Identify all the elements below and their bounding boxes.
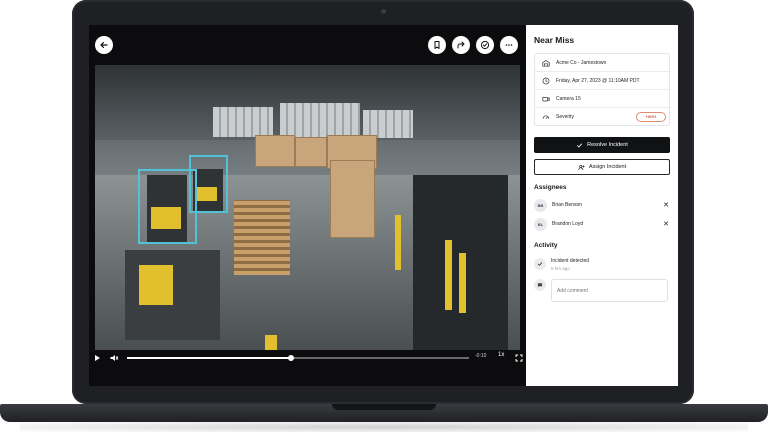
detail-text: Severity bbox=[556, 114, 575, 120]
safety-post bbox=[459, 253, 466, 313]
remove-assignee-icon[interactable]: ✕ bbox=[662, 220, 670, 228]
detail-location: Acme Co - Jamestown bbox=[535, 54, 671, 72]
severity-badge: HIGH bbox=[636, 112, 666, 122]
assignee-row: BB Brian Benson ✕ bbox=[534, 198, 670, 212]
detail-text: Acme Co - Jamestown bbox=[556, 59, 607, 66]
activity-text: Incident detected 5 hrs ago bbox=[551, 258, 589, 274]
progress-knob[interactable] bbox=[288, 355, 295, 361]
gauge-icon bbox=[541, 112, 551, 122]
video-frame[interactable] bbox=[95, 65, 520, 350]
clock-icon bbox=[541, 76, 551, 86]
detail-text: Friday, Apr 27, 2023 @ 11:10AM PDT bbox=[556, 77, 640, 84]
assign-incident-label: Assign Incident bbox=[588, 164, 627, 170]
safety-post bbox=[445, 240, 452, 310]
progress-fill bbox=[127, 357, 292, 359]
warehouse-rack bbox=[280, 103, 360, 139]
check-circle-icon bbox=[534, 258, 546, 270]
comment-input[interactable] bbox=[551, 279, 668, 302]
progress-bar[interactable] bbox=[127, 355, 469, 361]
assignee-name: Brian Benson bbox=[552, 202, 583, 208]
safety-post bbox=[265, 335, 277, 350]
comment-icon bbox=[534, 279, 546, 291]
player-controls: -0:10 1x bbox=[89, 350, 526, 386]
back-arrow-icon bbox=[100, 41, 108, 49]
assignee-name: Brandon Loyd bbox=[552, 221, 584, 227]
laptop-shadow bbox=[20, 422, 748, 432]
laptop-mockup: -0:10 1x Near Miss Acme Co - Jamestown F… bbox=[0, 0, 768, 444]
box-stack bbox=[295, 137, 327, 167]
back-button[interactable] bbox=[95, 36, 113, 54]
activity-title: Activity bbox=[534, 242, 558, 249]
laptop-notch bbox=[332, 404, 436, 410]
fullscreen-icon[interactable] bbox=[514, 353, 524, 363]
warehouse-icon bbox=[541, 58, 551, 68]
add-user-icon bbox=[578, 164, 585, 170]
resolve-incident-label: Resolve Incident bbox=[587, 142, 628, 148]
detail-camera: Camera 15 bbox=[535, 90, 671, 108]
mute-icon[interactable] bbox=[109, 353, 119, 363]
box-stack bbox=[255, 135, 295, 167]
share-button[interactable] bbox=[452, 36, 470, 54]
box-stack bbox=[330, 160, 375, 238]
detail-text: Camera 15 bbox=[556, 95, 581, 102]
more-icon bbox=[505, 44, 513, 46]
bookmark-icon bbox=[434, 41, 440, 49]
remove-assignee-icon[interactable]: ✕ bbox=[662, 201, 670, 209]
play-icon[interactable] bbox=[92, 353, 102, 363]
incident-title: Near Miss bbox=[534, 35, 575, 45]
time-remaining: -0:10 bbox=[475, 353, 487, 359]
playback-speed[interactable]: 1x bbox=[498, 352, 504, 358]
detail-datetime: Friday, Apr 27, 2023 @ 11:10AM PDT bbox=[535, 72, 671, 90]
activity-event-time: 5 hrs ago bbox=[551, 266, 570, 271]
app-screen: -0:10 1x Near Miss Acme Co - Jamestown F… bbox=[89, 25, 678, 386]
camera-icon bbox=[541, 94, 551, 104]
safety-post bbox=[395, 215, 401, 270]
video-pane: -0:10 1x bbox=[89, 25, 526, 386]
assign-incident-button[interactable]: Assign Incident bbox=[534, 159, 670, 175]
detection-box[interactable] bbox=[189, 155, 228, 213]
incident-panel: Near Miss Acme Co - Jamestown Friday, Ap… bbox=[526, 25, 678, 386]
resolve-check-icon bbox=[480, 40, 490, 50]
forklift-body bbox=[139, 265, 173, 305]
resolve-quick-button[interactable] bbox=[476, 36, 494, 54]
comment-row bbox=[534, 279, 670, 303]
avatar: BL bbox=[534, 217, 547, 231]
check-icon bbox=[577, 143, 583, 148]
assignee-row: BL Brandon Loyd ✕ bbox=[534, 217, 670, 231]
assignees-title: Assignees bbox=[534, 184, 567, 191]
bookmark-button[interactable] bbox=[428, 36, 446, 54]
more-button[interactable] bbox=[500, 36, 518, 54]
resolve-incident-button[interactable]: Resolve Incident bbox=[534, 137, 670, 153]
warehouse-rack bbox=[363, 110, 413, 138]
detail-severity: Severity HIGH bbox=[535, 108, 671, 126]
avatar: BB bbox=[534, 198, 547, 212]
share-icon bbox=[457, 41, 465, 49]
activity-item: Incident detected 5 hrs ago bbox=[534, 258, 670, 274]
webcam bbox=[381, 9, 386, 14]
activity-event-title: Incident detected bbox=[551, 258, 590, 264]
incident-details-card: Acme Co - Jamestown Friday, Apr 27, 2023… bbox=[534, 53, 671, 126]
pallet-stack bbox=[234, 200, 290, 275]
warehouse-rack bbox=[213, 107, 273, 137]
